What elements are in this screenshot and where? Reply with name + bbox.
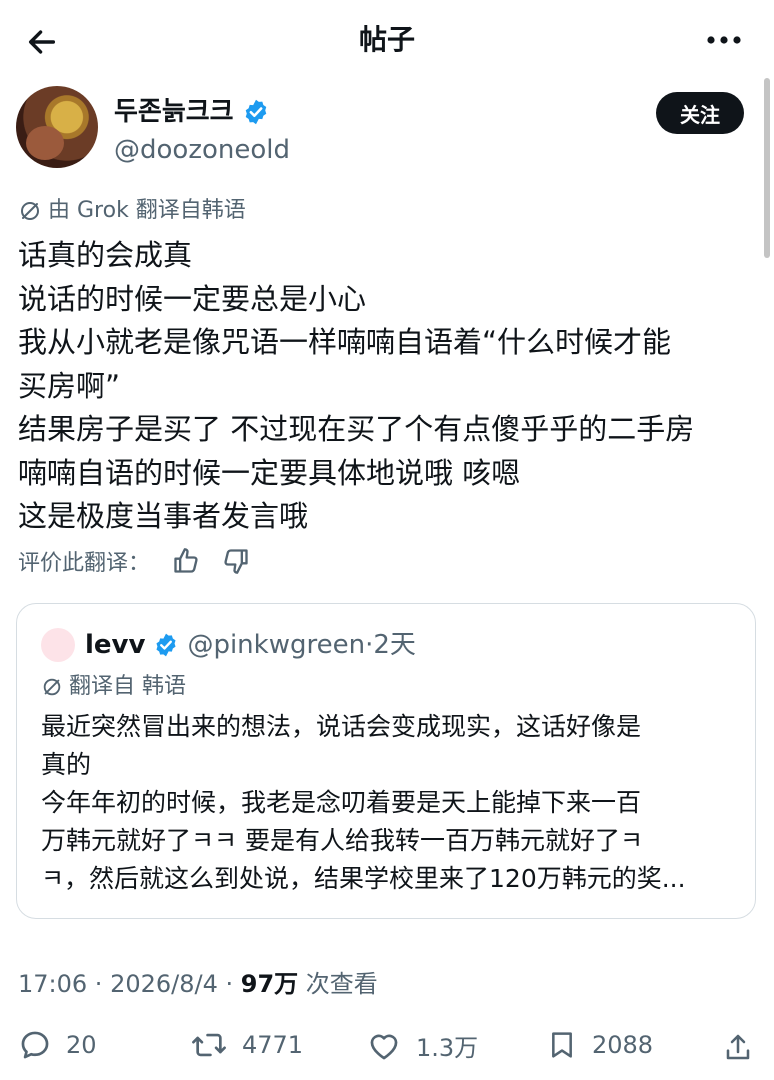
separator-dot: · [365, 630, 374, 660]
quoted-author-handle: @pinkwgreen [187, 630, 366, 660]
translate-icon [21, 202, 39, 220]
thumbs-up-icon[interactable] [172, 547, 200, 575]
reply-icon [21, 1031, 49, 1059]
bookmark-icon [552, 1032, 572, 1058]
post-line: 喃喃自语的时候一定要具体地说哦 咳嗯 [18, 455, 521, 490]
follow-button[interactable]: 关注 [656, 92, 744, 134]
thumbs-down-icon[interactable] [222, 547, 250, 575]
quoted-avatar [41, 628, 75, 662]
post-line: 结果房子是买了 不过现在买了个有点傻乎乎的二手房 [18, 412, 695, 446]
repost-count: 4771 [242, 1031, 304, 1059]
bookmark-count: 2088 [592, 1031, 654, 1059]
share-icon [726, 1034, 750, 1060]
rate-translation-row: 评价此翻译： [18, 544, 250, 578]
quoted-post-line: ㅋ，然后就这么到处说，结果学校里来了120万韩元的奖... [41, 864, 686, 893]
rate-translation-label: 评价此翻译： [18, 551, 151, 576]
post-meta: 17:06 · 2026/8/4 · 97万 次查看 [18, 966, 378, 1002]
verified-badge-icon [242, 98, 270, 126]
share-button[interactable] [718, 1028, 758, 1068]
heart-icon [370, 1034, 398, 1059]
scrollbar[interactable] [764, 78, 770, 258]
repost-button[interactable]: 4771 [190, 1028, 303, 1062]
quoted-post-header: levv @pinkwgreen · 2天 [85, 626, 416, 664]
like-button[interactable]: 1.3万 [366, 1028, 478, 1063]
quoted-post-line: 最近突然冒出来的想法，说话会变成现实，这话好像是 [41, 712, 642, 741]
post-line: 我从小就老是像咒语一样喃喃自语着“什么时候才能 [18, 325, 672, 359]
quoted-post-text: 最近突然冒出来的想法，说话会变成现实，这话好像是 真的 今年年初的时候，我老是念… [41, 708, 741, 898]
more-horizontal-icon [707, 36, 741, 44]
post-time: 17:06 [18, 970, 88, 998]
author-handle[interactable]: @doozoneold [114, 132, 290, 168]
reply-count: 20 [66, 1031, 97, 1059]
reply-button[interactable]: 20 [18, 1028, 97, 1062]
separator-dot: · [87, 970, 111, 998]
bookmark-button[interactable]: 2088 [546, 1028, 653, 1062]
post-line: 说话的时候一定要总是小心 [18, 281, 367, 316]
separator-dot: · [217, 970, 241, 998]
translation-note[interactable]: 由 Grok 翻译自韩语 [18, 196, 246, 226]
repost-icon [192, 1033, 226, 1057]
author-name-row[interactable]: 두존늙크크 [114, 94, 270, 130]
quoted-post-card[interactable]: levv @pinkwgreen · 2天 翻译自 韩语 最近突然冒出来的想法，… [16, 603, 756, 919]
avatar-image [26, 126, 64, 160]
quoted-post-line: 万韩元就好了ㅋㅋ 要是有人给我转一百万韩元就好了ㅋ [41, 826, 643, 855]
more-button[interactable] [704, 24, 744, 56]
author-name: 두존늙크크 [114, 97, 234, 127]
quoted-post-line: 今年年初的时候，我老是念叨着要是天上能掉下来一百 [41, 788, 642, 817]
quoted-post-time: 2天 [373, 630, 416, 660]
post-text: 话真的会成真 说话的时候一定要总是小心 我从小就老是像咒语一样喃喃自语着“什么时… [18, 234, 758, 539]
views-label: 次查看 [298, 970, 378, 998]
quoted-translation-note: 翻译自 韩语 [41, 672, 186, 702]
views-count[interactable]: 97万 [241, 970, 298, 998]
quoted-author-name: levv [85, 630, 146, 660]
post-line: 这是极度当事者发言哦 [18, 499, 309, 533]
like-count: 1.3万 [416, 1034, 479, 1062]
quoted-translation-note-text: 翻译自 韩语 [69, 674, 186, 699]
top-bar: 帖子 [0, 0, 774, 80]
translate-icon [43, 678, 61, 696]
page-title: 帖子 [358, 23, 415, 56]
post-line: 话真的会成真 [18, 238, 193, 272]
verified-badge-icon [153, 632, 179, 658]
post-line: 买房啊” [18, 368, 121, 403]
translation-note-text: 由 Grok 翻译自韩语 [48, 198, 246, 223]
action-bar: 20 4771 1.3万 2088 [0, 1024, 774, 1076]
post-date: 2026/8/4 [110, 970, 218, 998]
quoted-post-line: 真的 [41, 750, 92, 779]
avatar[interactable] [16, 86, 98, 168]
